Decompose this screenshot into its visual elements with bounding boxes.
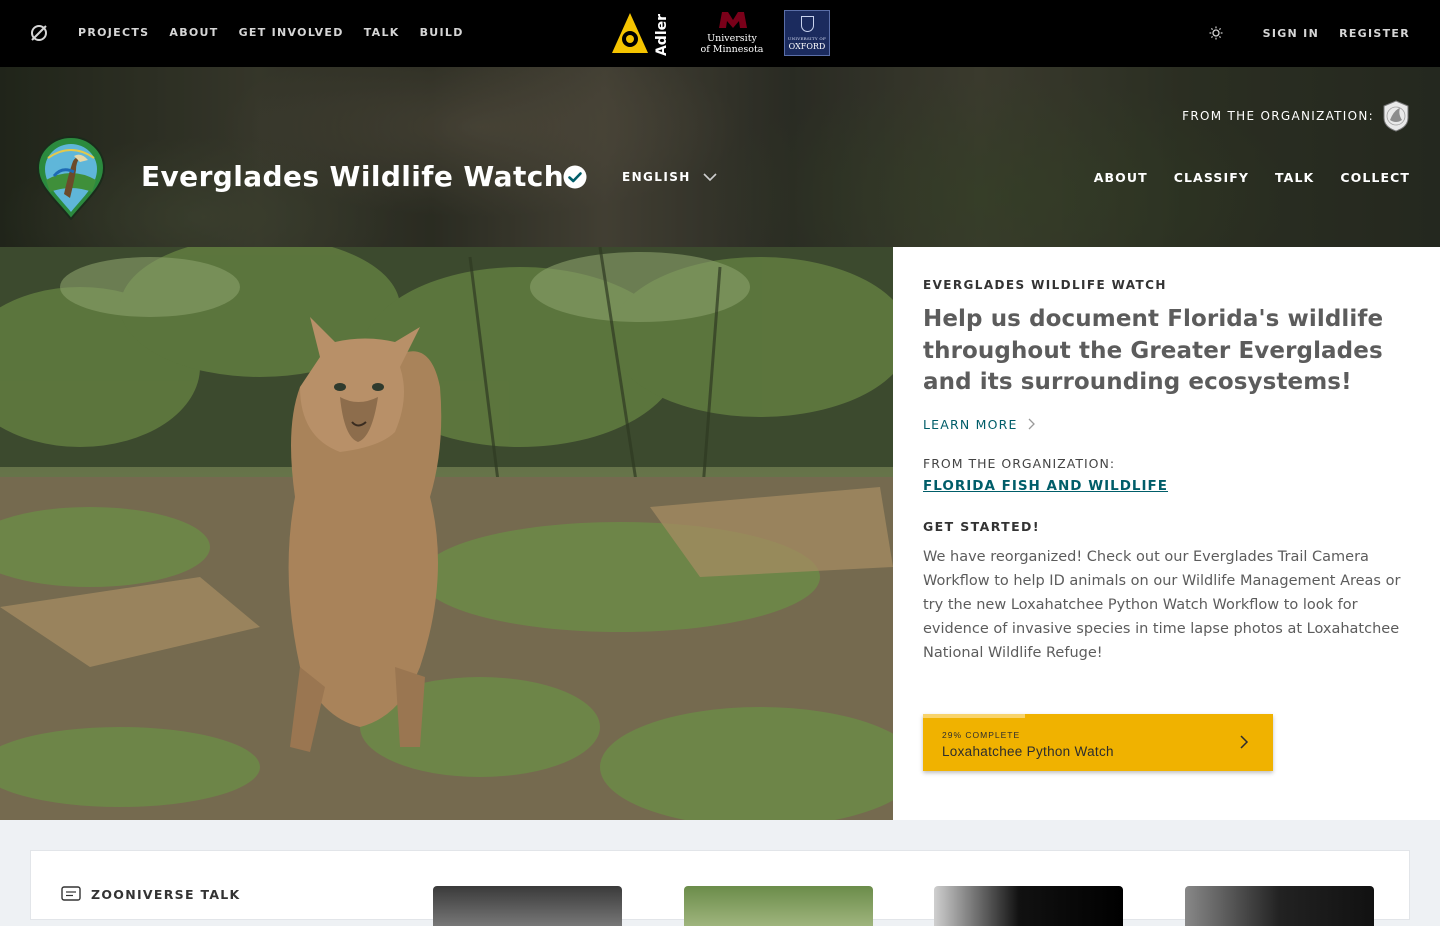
oxford-text: OXFORD — [788, 42, 826, 51]
hero-photo-florida-panther — [0, 247, 893, 820]
intro-from-org-label: FROM THE ORGANIZATION: — [923, 455, 1116, 471]
learn-more-link[interactable]: LEARN MORE — [923, 417, 1410, 432]
umn-logo[interactable]: University of Minnesota — [696, 9, 768, 57]
umn-line2: of Minnesota — [700, 44, 764, 55]
hero-illustration — [0, 247, 893, 820]
adler-text: Adler — [654, 14, 670, 56]
chevron-right-icon — [1028, 418, 1035, 430]
project-description: Help us document Florida's wildlife thro… — [923, 306, 1384, 395]
partner-logos: Adler University of Minnesota UNIVERSITY… — [608, 8, 830, 58]
nav-about[interactable]: ABOUT — [169, 26, 218, 39]
umn-text: University of Minnesota — [696, 33, 768, 55]
nav-get-involved[interactable]: GET INVOLVED — [239, 26, 344, 39]
project-intro-panel: EVERGLADES WILDLIFE WATCH Help us docume… — [893, 247, 1440, 820]
zooniverse-logo-icon[interactable] — [29, 23, 49, 43]
oxford-logo[interactable]: UNIVERSITY OF OXFORD — [784, 10, 830, 56]
global-topbar: PROJECTS ABOUT GET INVOLVED TALK BUILD A… — [0, 0, 1440, 67]
sign-in-link[interactable]: SIGN IN — [1263, 27, 1319, 40]
project-avatar[interactable] — [34, 136, 108, 220]
workflow-progress-label: 29% COMPLETE — [942, 730, 1021, 740]
language-selector[interactable]: ENGLISH — [622, 170, 717, 184]
header-from-organization[interactable]: FROM THE ORGANIZATION: — [1182, 100, 1410, 132]
chevron-right-icon — [1240, 735, 1249, 749]
organization-badge-icon — [1383, 100, 1409, 132]
talk-thumbnail[interactable] — [684, 886, 873, 926]
get-started-heading: GET STARTED! — [923, 518, 1040, 534]
learn-more-label: LEARN MORE — [923, 416, 1018, 432]
register-link[interactable]: REGISTER — [1339, 27, 1410, 40]
account-links: SIGN IN REGISTER — [1209, 26, 1410, 40]
nav-projects[interactable]: PROJECTS — [78, 26, 149, 39]
oxford-small-text: UNIVERSITY OF — [787, 36, 827, 41]
project-nav-talk[interactable]: TALK — [1275, 170, 1314, 185]
umn-line1: University — [707, 33, 757, 44]
talk-thumbnail[interactable] — [934, 886, 1123, 926]
project-nav-about[interactable]: ABOUT — [1094, 170, 1148, 185]
organization-link[interactable]: FLORIDA FISH AND WILDLIFE — [923, 478, 1168, 494]
talk-heading-label: ZOONIVERSE TALK — [91, 886, 241, 902]
project-header: Everglades Wildlife Watch ENGLISH FROM T… — [0, 67, 1440, 247]
project-nav-classify[interactable]: CLASSIFY — [1174, 170, 1249, 185]
nav-build[interactable]: BUILD — [420, 26, 464, 39]
chevron-down-icon — [703, 172, 717, 181]
verified-check-icon — [563, 165, 587, 189]
oxford-crest-icon — [801, 16, 814, 32]
intro-body-text: We have reorganized! Check out our Everg… — [923, 548, 1401, 661]
global-nav: PROJECTS ABOUT GET INVOLVED TALK BUILD — [78, 26, 484, 39]
language-label: ENGLISH — [622, 170, 691, 184]
adler-logo[interactable]: Adler — [608, 9, 680, 57]
nav-talk[interactable]: TALK — [364, 26, 400, 39]
intro-kicker: EVERGLADES WILDLIFE WATCH — [923, 278, 1167, 292]
talk-thumbnail[interactable] — [433, 886, 622, 926]
umn-m-icon — [719, 12, 747, 28]
project-nav: ABOUT CLASSIFY TALK COLLECT — [1068, 170, 1410, 185]
workflow-button-loxahatchee[interactable]: 29% COMPLETE Loxahatchee Python Watch — [923, 714, 1273, 771]
project-title[interactable]: Everglades Wildlife Watch — [141, 160, 564, 193]
zooniverse-talk-section: ZOONIVERSE TALK — [30, 850, 1410, 926]
workflow-progress-bar — [923, 714, 1025, 718]
theme-toggle-sun-icon[interactable] — [1209, 26, 1223, 40]
talk-thumbnail[interactable] — [1185, 886, 1374, 926]
project-nav-collect[interactable]: COLLECT — [1340, 170, 1410, 185]
header-from-org-label: FROM THE ORGANIZATION: — [1182, 109, 1374, 123]
workflow-name: Loxahatchee Python Watch — [942, 744, 1114, 759]
adler-mark-icon: Adler — [612, 13, 670, 56]
